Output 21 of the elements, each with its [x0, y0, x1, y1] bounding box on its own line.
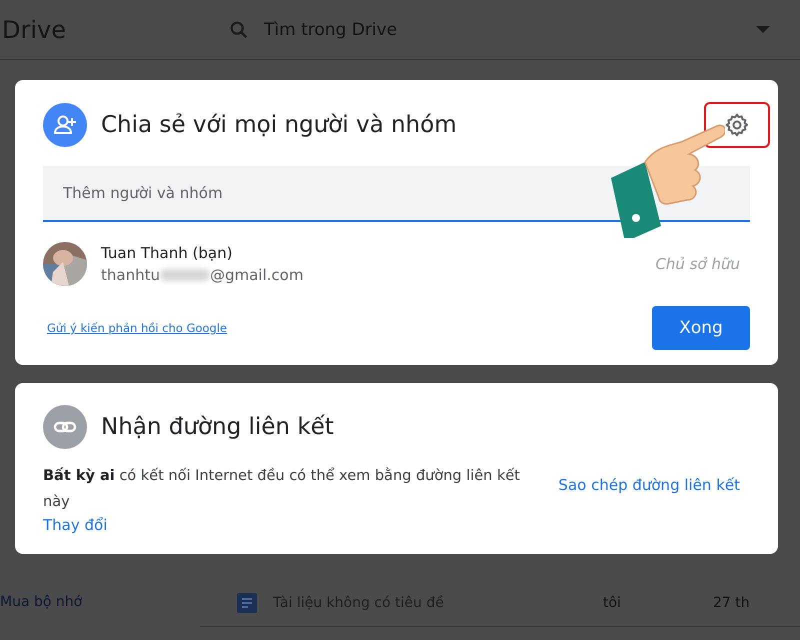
redaction-blur [160, 269, 210, 281]
add-person-icon [43, 103, 87, 147]
email-start: thanhtu [101, 266, 160, 284]
search-icon [228, 18, 250, 40]
file-date: 27 th [713, 595, 750, 611]
link-icon [43, 405, 87, 449]
feedback-link[interactable]: Gửi ý kiến phản hồi cho Google [47, 321, 227, 335]
link-access-description: Bất kỳ ai có kết nối Internet đều có thể xem bằng đường liên kết này [43, 466, 521, 512]
settings-icon [724, 112, 750, 138]
email-domain: @gmail.com [210, 266, 304, 284]
owner-role: Chủ sở hữu [655, 255, 740, 273]
file-owner: tôi [603, 595, 622, 611]
dialog-title: Chia sẻ với mọi người và nhóm [101, 112, 458, 138]
copy-link[interactable]: Sao chép đường liên kết [558, 476, 740, 494]
add-people-field[interactable]: Thêm người và nhóm [43, 166, 750, 222]
person-name: Tuan Thanh (bạn) [101, 244, 234, 262]
change-link[interactable]: Thay đổi [43, 516, 108, 534]
document-icon [237, 593, 257, 613]
done-button[interactable]: Xong [652, 306, 750, 350]
search-field[interactable]: Tìm trong Drive [262, 18, 744, 40]
dialog-title: Nhận đường liên kết [101, 414, 335, 440]
